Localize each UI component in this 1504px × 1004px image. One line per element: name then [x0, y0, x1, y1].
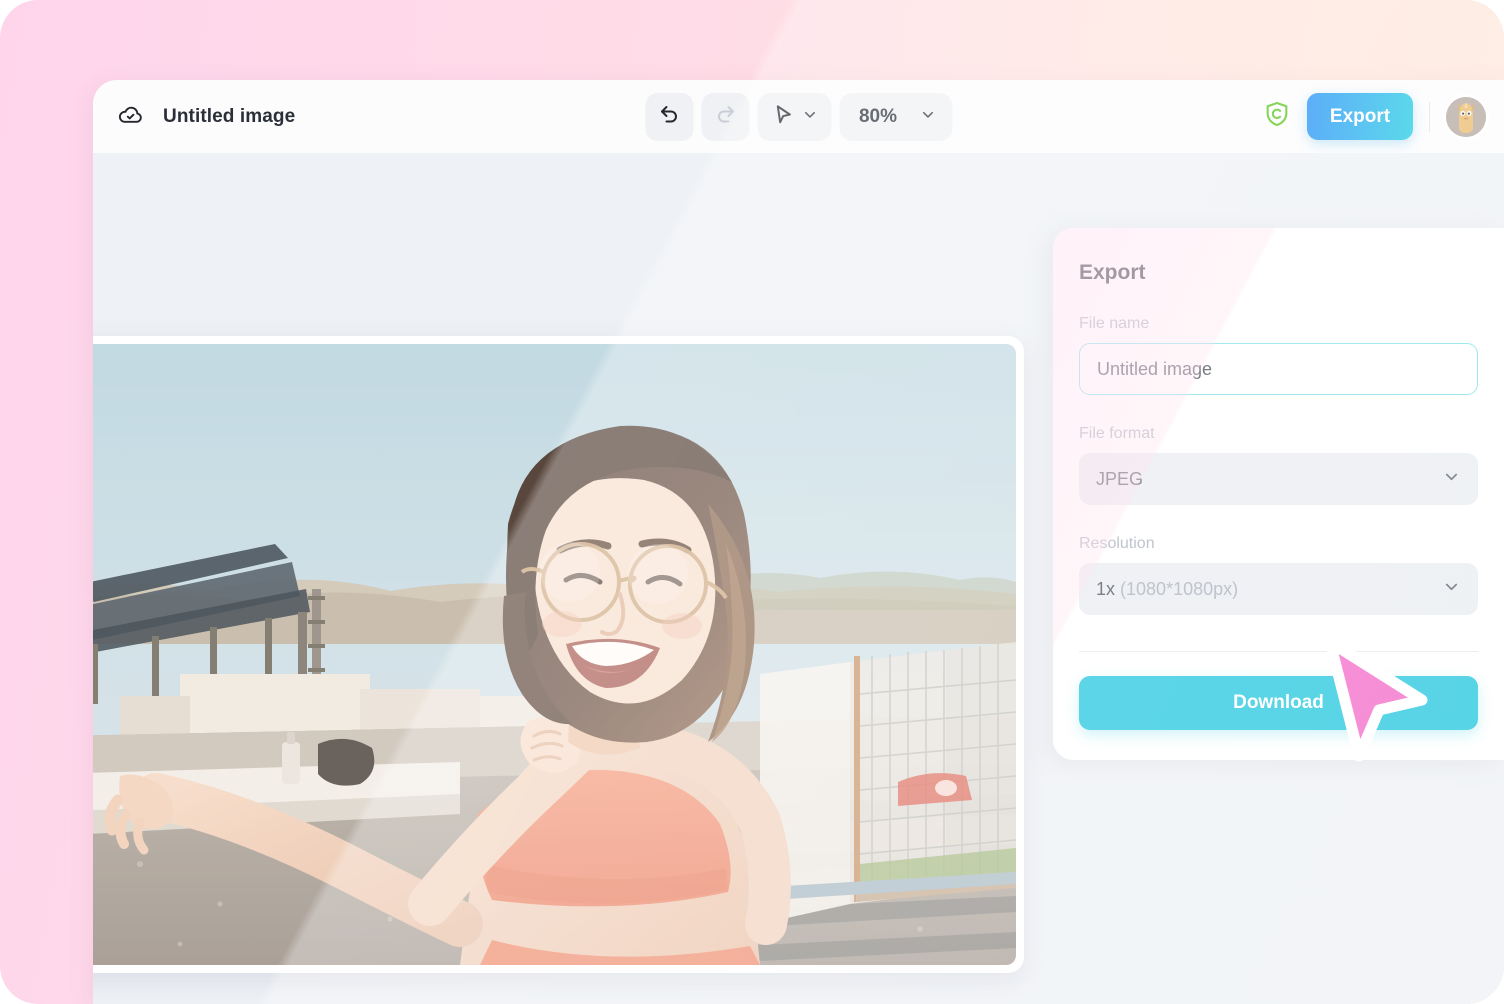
file-name-label: File name — [1079, 315, 1150, 332]
cursor-tool-button[interactable] — [756, 92, 831, 141]
file-format-label: File format — [1079, 425, 1155, 442]
app-window: Untitled image 80% Export Export File na… — [93, 80, 1504, 1004]
file-format-chevron-down-icon — [1442, 467, 1461, 491]
rooftop-stretch-photo — [93, 344, 1016, 965]
export-button[interactable]: Export — [1307, 93, 1413, 140]
resolution-value-primary: 1x — [1096, 578, 1116, 599]
zoom-level-value: 80% — [858, 105, 898, 127]
zoom-chevron-down-icon — [919, 106, 936, 128]
resolution-chevron-down-icon — [1442, 577, 1461, 601]
toolbar-divider — [1429, 101, 1430, 132]
undo-button[interactable] — [644, 92, 693, 141]
green-shield-c-icon[interactable] — [1263, 100, 1291, 133]
toolbar-center-group: 80% — [644, 92, 953, 141]
resolution-value-secondary: (1080*1080px) — [1120, 578, 1239, 599]
page-backdrop: Untitled image 80% Export Export File na… — [0, 0, 1504, 1004]
toolbar-right-group: Export — [1263, 80, 1486, 153]
canvas-photo[interactable] — [93, 344, 1016, 965]
file-format-dropdown[interactable]: JPEG — [1079, 453, 1478, 505]
canvas-area: Export File name File format JPEG Resolu… — [93, 153, 1504, 1004]
resolution-label: Resolution — [1079, 535, 1155, 552]
user-avatar[interactable] — [1446, 96, 1486, 137]
redo-button[interactable] — [700, 92, 749, 141]
file-name-input[interactable] — [1079, 343, 1478, 395]
document-title[interactable]: Untitled image — [163, 106, 295, 128]
toolbar-left-group: Untitled image — [93, 98, 295, 136]
top-toolbar: Untitled image 80% Export — [93, 80, 1504, 153]
cloud-save-button[interactable] — [111, 98, 149, 136]
export-panel: Export File name File format JPEG Resolu… — [1053, 228, 1504, 760]
cloud-check-icon — [117, 101, 144, 133]
export-panel-title: Export — [1079, 261, 1146, 284]
resolution-dropdown[interactable]: 1x (1080*1080px) — [1079, 563, 1478, 615]
panel-divider — [1079, 651, 1478, 652]
redo-arrow-icon — [713, 102, 737, 131]
cursor-tool-chevron-down-icon — [801, 106, 818, 128]
file-format-value: JPEG — [1096, 468, 1144, 489]
download-button[interactable]: Download — [1079, 676, 1478, 730]
cursor-arrow-icon — [770, 102, 795, 132]
zoom-level-dropdown[interactable]: 80% — [838, 92, 953, 141]
undo-arrow-icon — [657, 102, 681, 131]
image-canvas-card[interactable] — [93, 336, 1024, 973]
resolution-value: 1x (1080*1080px) — [1096, 579, 1238, 600]
